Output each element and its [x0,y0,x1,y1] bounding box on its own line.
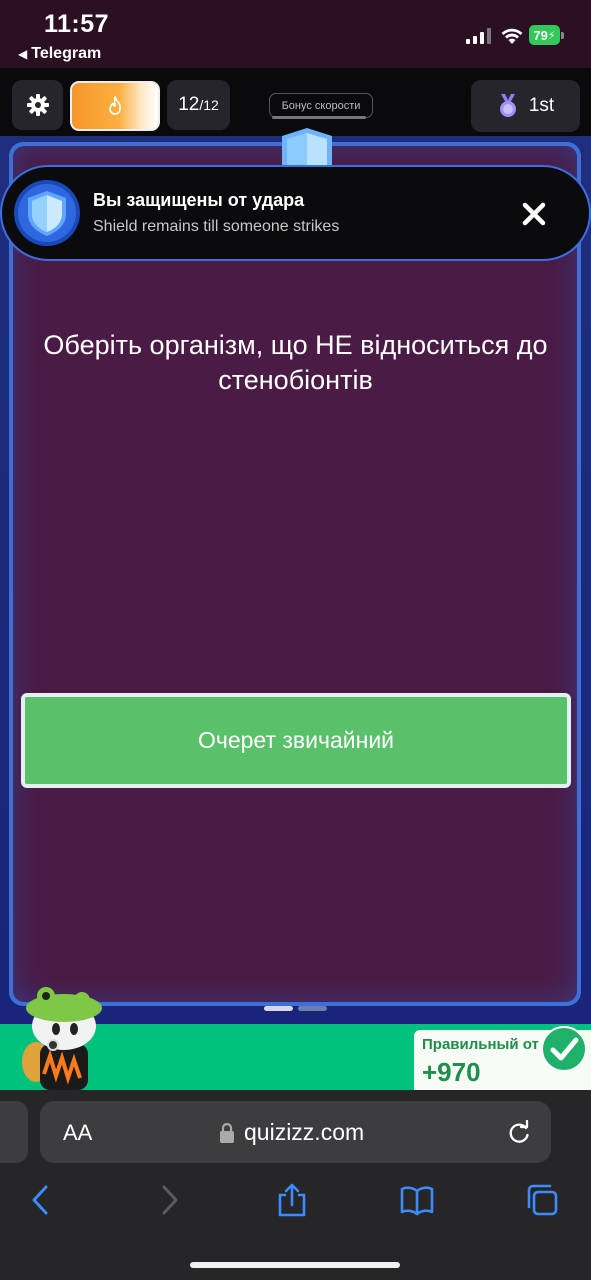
cellular-signal-icon [466,28,491,44]
toast-title: Вы защищены от удара [93,190,305,210]
status-time: 11:57 [44,10,110,38]
pager-dot-active [264,1006,293,1011]
back-to-app-link[interactable]: ◀ Telegram [18,45,101,63]
home-indicator [190,1262,400,1268]
speed-bonus-badge: Бонус скорости [269,93,373,118]
share-icon[interactable] [275,1183,309,1217]
correct-label: Правильный от [422,1036,539,1053]
answer-option[interactable]: Очерет звичайний [21,693,571,788]
question-panel [13,146,577,1002]
gear-icon [26,94,49,116]
back-chevron-icon[interactable] [24,1183,58,1217]
aa-label: AA [63,1120,93,1145]
reload-icon[interactable] [507,1120,531,1146]
reader-options-button[interactable]: AA [63,1120,92,1146]
previous-tab-pill[interactable] [0,1101,28,1163]
tabs-icon[interactable] [525,1183,559,1217]
speed-bonus-progress [272,116,366,119]
battery-icon: 79 ⚡ [529,25,565,45]
flame-icon [109,96,121,115]
forward-chevron-icon[interactable] [152,1183,186,1217]
pager-dot [298,1006,327,1011]
question-current: 12 [178,94,200,115]
toast-subtitle: Shield remains till someone strikes [93,218,340,235]
shield-toast [0,165,591,261]
rank-label: 1st [528,95,555,116]
points-earned: +970 [422,1057,481,1087]
url-text: quizizz.com [244,1119,365,1145]
bookmarks-icon[interactable] [400,1183,434,1217]
question-total: /12 [199,97,219,113]
settings-button[interactable] [12,80,63,130]
medal-icon [499,94,516,117]
shield-badge-icon [14,180,80,246]
battery-level: 79 [533,27,548,43]
check-circle-icon [541,1026,587,1072]
back-triangle-icon: ◀ [18,47,28,61]
wifi-icon [501,28,523,44]
shield-icon [282,128,332,170]
streak-meter [70,81,160,131]
frog-avatar-icon [22,987,102,1090]
lock-icon [220,1122,234,1143]
question-text: Оберіть організм, що НЕ відноситься до с… [43,330,548,395]
rank-button[interactable]: 1st [471,80,580,132]
question-counter: 12/12 [167,80,230,130]
close-icon[interactable] [517,197,551,231]
back-app-label: Telegram [31,45,102,62]
